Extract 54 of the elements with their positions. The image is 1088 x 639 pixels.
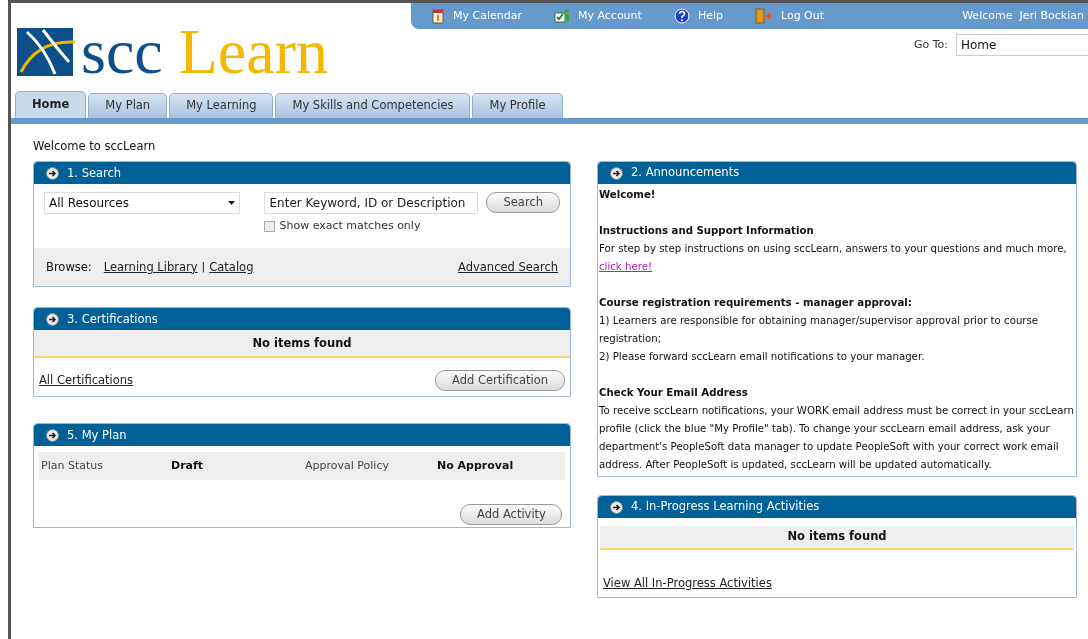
account-icon xyxy=(553,8,570,24)
field-value: No Approval xyxy=(437,458,515,474)
browse-label: Browse: xyxy=(46,258,92,276)
arrow-icon[interactable] xyxy=(46,428,59,442)
calendar-icon xyxy=(431,8,445,24)
arrow-icon[interactable] xyxy=(610,500,623,514)
goto-label: Go To: xyxy=(913,36,948,53)
add-activity-button[interactable]: Add Activity xyxy=(460,504,562,526)
empty-message: No items found xyxy=(787,528,887,546)
nav-tab[interactable]: My Profile xyxy=(472,93,563,118)
help-icon xyxy=(673,8,690,24)
add-certification-button[interactable]: Add Certification xyxy=(435,370,565,392)
announcement-text: To receive sccLearn notifications, your WORK email address must be correct in your sccLearn profile (click the blue "My Profile" tab). To change your sccLearn email address, ask your department's PeopleSoft data manager to update PeopleSoft with your correct work email address. After PeopleSoft is updated, sccLearn will be updated automatically. xyxy=(599,404,1075,472)
nav-tab[interactable]: Home xyxy=(15,91,87,118)
field-value: Draft xyxy=(171,458,205,474)
goto-select[interactable]: Home xyxy=(956,34,1088,56)
announcement-text: For step by step instructions on using sccLearn, answers to your questions and much more, click here! xyxy=(599,242,1068,274)
browse-link[interactable]: Catalog xyxy=(209,258,254,276)
page-heading: Welcome to sccLearn xyxy=(33,138,157,155)
field-label: Approval Policy xyxy=(305,458,390,474)
view-all-link[interactable]: View All In-Progress Activities xyxy=(603,576,772,590)
all-certifications-link[interactable]: All Certifications xyxy=(39,372,134,390)
field-label: Plan Status xyxy=(41,458,104,474)
panel-title: 5. My Plan xyxy=(67,426,127,444)
panel-title: 4. In-Progress Learning Activities xyxy=(631,498,820,516)
separator: | xyxy=(201,259,206,275)
announcement-text: 2) Please forward sccLearn email notifications to your manager. xyxy=(599,350,926,364)
logo-text: scc Learn xyxy=(81,20,328,84)
nav-tab[interactable]: My Learning xyxy=(169,93,274,118)
announcement-heading: Welcome! xyxy=(599,188,657,202)
exact-checkbox[interactable] xyxy=(264,221,276,232)
panel-title: 3. Certifications xyxy=(67,310,158,328)
announcement-heading: Check Your Email Address xyxy=(599,386,749,400)
checkbox-label: Show exact matches only xyxy=(279,218,421,235)
arrow-icon[interactable] xyxy=(610,166,623,180)
arrow-icon[interactable] xyxy=(46,166,59,180)
click-here-link[interactable]: click here! xyxy=(599,261,653,272)
browse-link[interactable]: Learning Library xyxy=(103,258,198,276)
panel-title: 1. Search xyxy=(67,164,122,182)
arrow-icon[interactable] xyxy=(46,312,59,326)
announcement-text: 1) Learners are responsible for obtaining manager/supervisor approval prior to course registration; xyxy=(599,314,1040,346)
panel-title: 2. Announcements xyxy=(631,164,740,182)
door-icon xyxy=(754,8,773,24)
empty-message: No items found xyxy=(252,334,352,352)
search-button[interactable]: Search xyxy=(486,192,560,214)
resource-select[interactable]: All Resources xyxy=(44,192,241,215)
advanced-search-link[interactable]: Advanced Search xyxy=(458,258,558,276)
keyword-field[interactable]: Enter Keyword, ID or Description xyxy=(264,192,479,215)
nav-tab[interactable]: My Skills and Competencies xyxy=(275,93,471,118)
announcement-heading: Instructions and Support Information xyxy=(599,224,815,238)
welcome-text: Welcome Jeri Bockian xyxy=(962,7,1084,24)
announcement-heading: Course registration requirements - manager approval: xyxy=(599,296,913,310)
nav-tab[interactable]: My Plan xyxy=(88,93,168,118)
caret-icon xyxy=(228,201,236,206)
